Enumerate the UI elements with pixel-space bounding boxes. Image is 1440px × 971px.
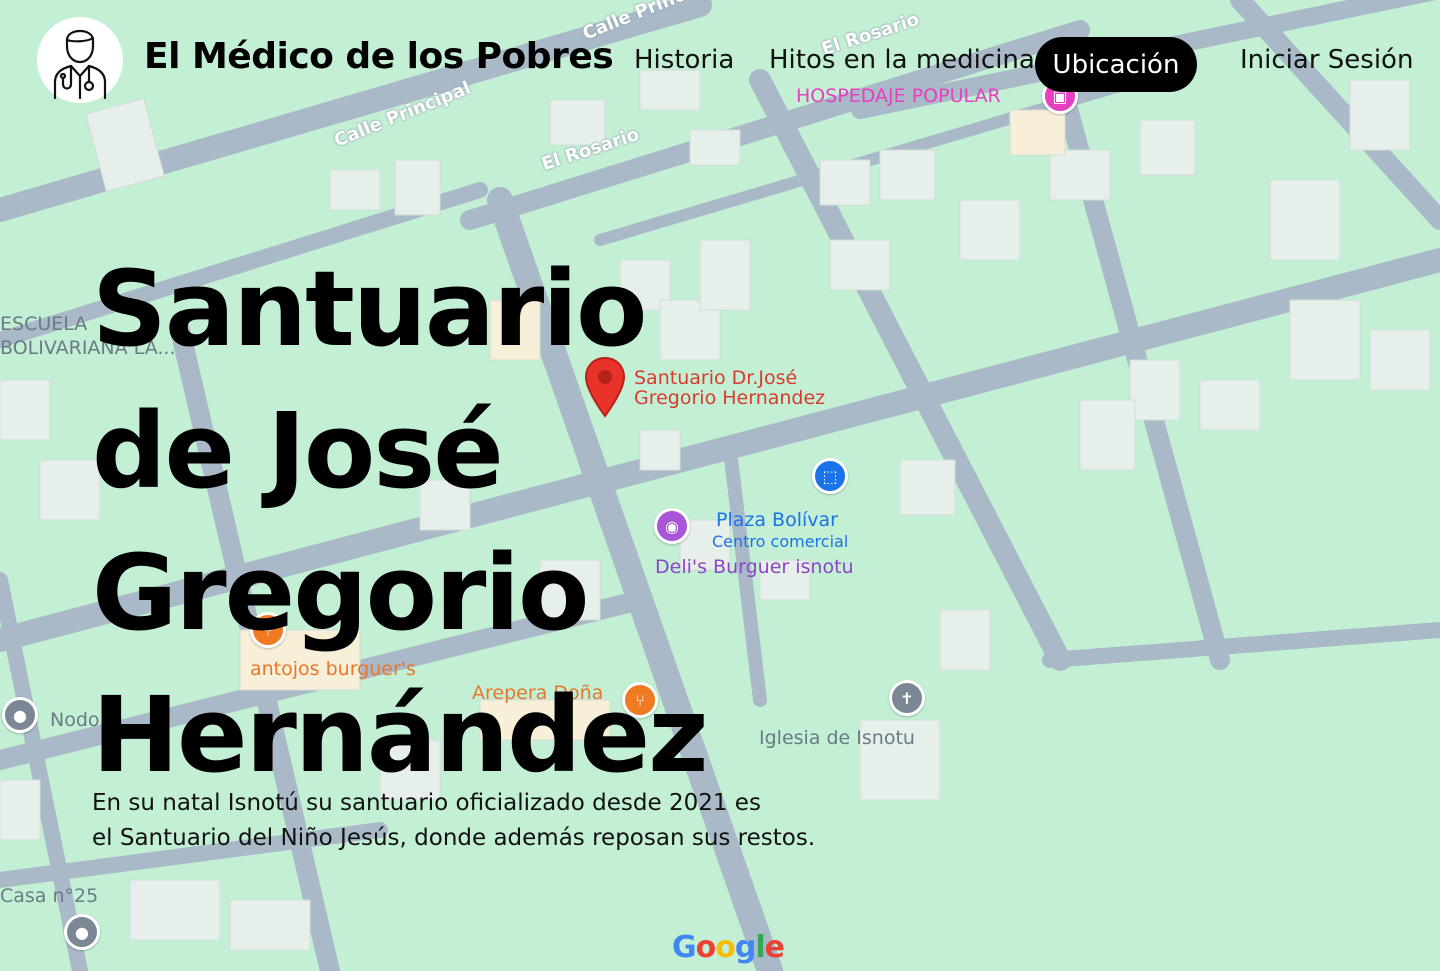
location-marker-icon[interactable]: ● — [64, 914, 100, 950]
hero-title-line: Hernández — [92, 674, 709, 796]
nav-historia[interactable]: Historia — [634, 45, 734, 75]
shopping-bag-icon[interactable]: ⬚ — [812, 458, 848, 494]
google-logo: Google — [672, 930, 785, 965]
hero-description: En su natal Isnotú su santuario oficiali… — [92, 786, 832, 856]
logo[interactable] — [37, 17, 123, 103]
poi-label-plaza[interactable]: Plaza Bolívar — [716, 510, 838, 530]
hero-title-line: Santuario — [92, 248, 647, 370]
nav-iniciar-sesion[interactable]: Iniciar Sesión — [1240, 45, 1413, 75]
nav-ubicacion[interactable]: Ubicación — [1035, 37, 1197, 92]
church-cross-icon[interactable]: ✝ — [889, 680, 925, 716]
poi-label-iglesia[interactable]: Iglesia de Isnotu — [759, 728, 915, 748]
doctor-icon — [53, 29, 107, 100]
hero-title-line: de José — [92, 390, 504, 512]
hero-description-line: En su natal Isnotú su santuario oficiali… — [92, 790, 761, 816]
location-marker-icon[interactable]: ● — [2, 697, 38, 733]
poi-label-escuela-1[interactable]: ESCUELA — [0, 314, 87, 334]
hero-title-line: Gregorio — [92, 532, 589, 654]
hero-title: Santuario de José Gregorio Hernández — [92, 238, 709, 806]
hero-description-line: el Santuario del Niño Jesús, donde ademá… — [92, 825, 816, 851]
poi-label-centro[interactable]: Centro comercial — [712, 532, 848, 552]
nav-hitos-medicina[interactable]: Hitos en la medicina — [769, 45, 1035, 75]
poi-label-casa[interactable]: Casa n°25 — [0, 886, 98, 906]
site-header: El Médico de los Pobres Historia Hitos e… — [0, 0, 1440, 120]
site-title[interactable]: El Médico de los Pobres — [144, 36, 614, 77]
